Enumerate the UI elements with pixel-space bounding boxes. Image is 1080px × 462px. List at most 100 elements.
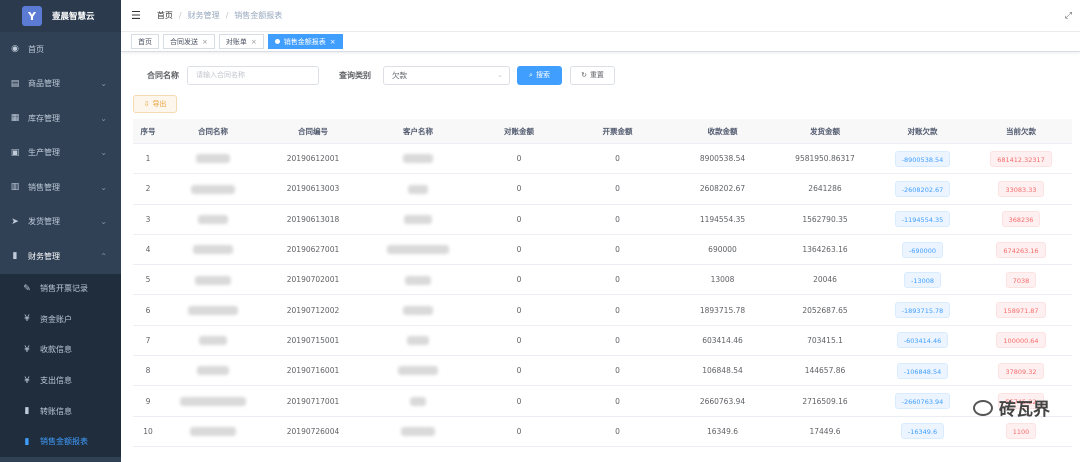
invoiced-amount-cell: 0 xyxy=(615,335,620,345)
received-amount-cell: 8900538.54 xyxy=(699,154,746,164)
logo[interactable]: Y 壹晨智慧云 xyxy=(0,0,121,32)
table-row[interactable]: 4 20190627001 0 0 690000 1364263.16 -690000 674… xyxy=(133,235,1072,266)
sidebar-item-home[interactable]: ◉ 首页 xyxy=(0,32,121,67)
inventory-icon: ▦ xyxy=(10,113,20,124)
reconciled-amount-cell: 0 xyxy=(516,154,522,164)
reconciled-amount-cell: 0 xyxy=(516,366,522,376)
reconciled-amount-cell: 0 xyxy=(516,184,522,194)
reconciled-amount-cell: 0 xyxy=(516,426,522,436)
chevron-up-icon: ⌃ xyxy=(100,251,107,261)
reconciled-debt-tag: -106848.54 xyxy=(896,362,949,379)
reconciled-debt-tag: -16349.6 xyxy=(900,423,945,440)
close-icon[interactable]: × xyxy=(330,38,336,46)
column-header: 合同编号 xyxy=(298,126,328,136)
fullscreen-icon[interactable]: ⤢ xyxy=(1065,11,1072,21)
reconciled-debt-tag: -1194554.35 xyxy=(894,211,951,228)
breadcrumb-item: 财务管理 xyxy=(187,11,220,20)
current-debt-tag: 368236 xyxy=(1001,211,1041,228)
row-index: 3 xyxy=(145,214,151,224)
shipped-amount-cell: 703415.1 xyxy=(807,335,843,345)
shipped-amount-cell: 20046 xyxy=(813,275,837,285)
redacted-customer-name xyxy=(405,275,431,285)
tag-statement[interactable]: 对账单 × xyxy=(218,34,264,49)
contract-code-cell: 20190702001 xyxy=(286,275,340,285)
table-row[interactable]: 2 20190613003 0 0 2608202.67 2641286 -2608202.… xyxy=(133,174,1072,205)
reconciled-debt-cell: -1194554.35 xyxy=(875,211,970,228)
close-icon[interactable]: × xyxy=(202,38,208,46)
current-debt-cell: 100000.64 xyxy=(970,332,1072,349)
table-row[interactable]: 5 20190702001 0 0 13008 20046 -13008 7038 xyxy=(133,265,1072,296)
table-body: 1 20190612001 0 0 8900538.54 9581950.86317 -89… xyxy=(133,144,1072,447)
contract-code-cell: 20190715001 xyxy=(286,335,340,345)
sidebar-item-finance[interactable]: ▮ 财务管理 ⌃ xyxy=(0,239,121,274)
reconciled-debt-tag: -1893715.78 xyxy=(894,302,951,319)
table-row[interactable]: 10 20190726004 0 0 16349.6 17449.6 -16349.6 110… xyxy=(133,417,1072,447)
tag-label: 对账单 xyxy=(225,37,247,46)
reconciled-debt-cell: -690000 xyxy=(875,241,970,258)
table-row[interactable]: 7 20190715001 0 0 603414.46 703415.1 -603414.4… xyxy=(133,326,1072,357)
reset-button[interactable]: ↻ 重置 xyxy=(570,65,615,85)
sales-icon: ▥ xyxy=(10,182,20,193)
tag-home[interactable]: 首页 xyxy=(131,34,159,49)
sidebar-item-sales[interactable]: ▥ 销售管理 ⌄ xyxy=(0,170,121,205)
breadcrumb-item[interactable]: 首页 xyxy=(157,10,173,21)
redacted-contract-name xyxy=(198,214,228,224)
current-debt-cell: 33083.33 xyxy=(970,180,1072,197)
received-amount-cell: 106848.54 xyxy=(702,366,743,376)
reset-button-label: 重置 xyxy=(589,71,604,79)
shipped-amount-cell: 17449.6 xyxy=(809,426,841,436)
sidebar-item-inventory[interactable]: ▦ 库存管理 ⌄ xyxy=(0,101,121,136)
sidebar-item-transfers[interactable]: ▮ 转账信息 xyxy=(0,396,121,427)
shipped-amount-cell: 1364263.16 xyxy=(802,245,848,255)
table-row[interactable]: 8 20190716001 0 0 106848.54 144657.86 -106848.… xyxy=(133,356,1072,387)
table-row[interactable]: 1 20190612001 0 0 8900538.54 9581950.86317 -89… xyxy=(133,144,1072,175)
app-root: Y 壹晨智慧云 ◉ 首页 ▤ 商品管理 ⌄ ▦ 库存管理 ⌄ ▣ 生产管理 ⌄ … xyxy=(0,0,1080,462)
sidebar-item-goods[interactable]: ▤ 商品管理 ⌄ xyxy=(0,67,121,102)
breadcrumb: 首页 / 财务管理 / 销售金额报表 xyxy=(157,10,282,21)
close-icon[interactable]: × xyxy=(251,38,257,46)
sidebar-item-invoice-records[interactable]: ✎ 销售开票记录 xyxy=(0,274,121,305)
query-type-select[interactable]: 欠款 ⌄ xyxy=(383,65,510,85)
invoiced-amount-cell: 0 xyxy=(615,184,620,194)
reconciled-debt-tag: -2608202.67 xyxy=(894,180,951,197)
search-button[interactable]: ⌕ 搜索 xyxy=(517,65,562,85)
redacted-contract-name xyxy=(188,305,238,315)
redacted-customer-name xyxy=(403,154,433,164)
table-row[interactable]: 6 20190712002 0 0 1893715.78 2052687.65 -18937… xyxy=(133,295,1072,326)
tag-label: 销售金额报表 xyxy=(283,37,326,46)
customer-name-cell xyxy=(363,396,473,406)
tag-contract-send[interactable]: 合同发送 × xyxy=(163,34,215,49)
current-debt-cell: 674263.16 xyxy=(970,241,1072,258)
sidebar-item-shipping[interactable]: ➤ 发货管理 ⌄ xyxy=(0,205,121,240)
row-index: 6 xyxy=(145,305,151,315)
column-header: 对账欠款 xyxy=(907,126,938,136)
sidebar-item-production[interactable]: ▣ 生产管理 ⌄ xyxy=(0,136,121,171)
tag-sales-report[interactable]: 销售金额报表 × xyxy=(267,34,343,49)
received-amount-cell: 13008 xyxy=(710,275,735,285)
contract-name-input[interactable]: 请输入合同名称 xyxy=(187,65,319,85)
dashboard-icon: ◉ xyxy=(11,44,19,55)
redacted-customer-name xyxy=(398,366,438,376)
sidebar-item-sales-report[interactable]: ▮ 销售金额报表 xyxy=(0,426,121,457)
chevron-down-icon: ⌄ xyxy=(100,182,107,192)
sidebar-item-label: 财务管理 xyxy=(28,251,60,261)
contract-name-cell xyxy=(163,396,263,406)
hamburger-icon[interactable]: ☰ xyxy=(131,9,141,22)
sidebar-item-fund-accounts[interactable]: ¥ 资金账户 xyxy=(0,304,121,335)
table-row[interactable]: 9 20190717001 0 0 2660763.94 2716509.16 -26607… xyxy=(133,386,1072,417)
finance-submenu: ✎ 销售开票记录 ¥ 资金账户 ¥ 收款信息 ¥ 支出信息 ▮ 转账信息 ▮ 销… xyxy=(0,273,121,458)
reconciled-debt-cell: -106848.54 xyxy=(875,362,970,379)
sidebar-item-expenses[interactable]: ¥ 支出信息 xyxy=(0,365,121,396)
contract-name-cell xyxy=(163,305,263,315)
current-debt-tag: 33083.33 xyxy=(998,180,1044,197)
sidebar: Y 壹晨智慧云 ◉ 首页 ▤ 商品管理 ⌄ ▦ 库存管理 ⌄ ▣ 生产管理 ⌄ … xyxy=(0,0,121,462)
export-button[interactable]: ⇩ 导出 xyxy=(133,95,177,113)
contract-name-cell xyxy=(163,245,263,255)
table-row[interactable]: 3 20190613018 0 0 1194554.35 1562790.35 -11945… xyxy=(133,205,1072,235)
reconciled-debt-tag: -690000 xyxy=(901,241,944,258)
sidebar-item-receipts[interactable]: ¥ 收款信息 xyxy=(0,335,121,366)
shipped-amount-cell: 9581950.86317 xyxy=(795,154,855,164)
yen-icon: ¥ xyxy=(24,375,30,386)
invoiced-amount-cell: 0 xyxy=(615,366,620,376)
reconciled-debt-tag: -13008 xyxy=(903,271,942,288)
